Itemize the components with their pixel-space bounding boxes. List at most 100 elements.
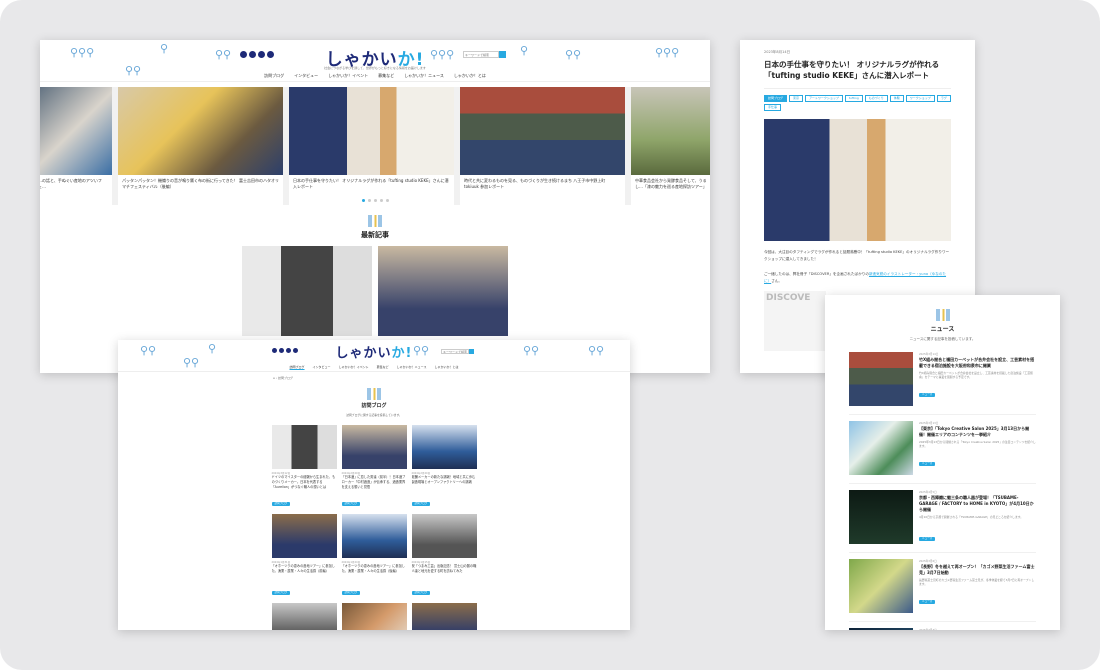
facebook-icon[interactable] [240,51,247,58]
category-badge[interactable]: ニュース [919,537,936,541]
news-title: 京都・西陣織に魅三条の職人器が登場！「TSUBAME-GARAGE / FACT… [919,495,1034,512]
tag-link[interactable]: アートワークショップ [805,94,843,102]
blog-card[interactable]: 2024年1月31日 「オホーツクの恵みの産地ツアー」に参加した。漁業・農業・人々… [271,514,337,597]
page-title: ニュース [930,326,955,333]
section-illustration-icon [935,309,950,321]
blog-card[interactable]: 2024年1月24日 「オホーツクの恵みの産地ツアー」に参加した。漁業・農業・人々… [341,514,407,597]
nav-item[interactable]: インタビュー [294,73,318,79]
blog-card[interactable]: 2023年12月11日ものづくりを支える木工所の現場！伝統技法を活かした新たなプ… [341,603,407,630]
search-icon[interactable] [499,51,506,58]
news-item[interactable]: 2025年3月6日 【長野】冬を越えて再オープン！「カゴメ野菜生活ファーム富士見」… [849,559,1036,622]
slide-image [118,87,283,175]
slide-card[interactable]: 中華食品会社から発酵食品そして、うるし…「漆の魅力を巡る産地探訪ツアー」 [631,87,710,205]
main-nav: 訪問ブログ インタビュー しゃかいか！イベント 募集など しゃかいか！ニュース しゃかいか… [264,73,486,79]
news-item[interactable]: 2025年4月5日 京都・西陣織に魅三条の職人器が登場！「TSUBAME-GARA… [849,490,1036,553]
news-image [849,559,913,613]
slider-dot[interactable] [361,199,365,202]
nav-item[interactable]: 募集など [377,365,389,370]
blog-card[interactable]: 2023年11月30日店舗再生の人達と新たなコラボレーション！「地域愛」を育むも… [411,603,477,630]
news-item[interactable]: 2025年3月13日 【東京】「Tokyo Creative Salon 2025… [849,421,1036,484]
youtube-icon[interactable] [267,51,274,58]
tag-link[interactable]: tufting [844,94,863,102]
slide-card[interactable]: 時代と共に変わるものを見る、ものづくりが生き続けるまち 八王子市中野上町 tok… [460,87,625,205]
tag-link[interactable]: 東京 [789,94,804,102]
site-header: ⚲⚲⚲ ⚲ ⚲⚲ ⚲⚲ ⚲⚲⚲ ⚲ ⚲⚲ ⚲⚲⚲ しゃかいか! 社会につながる学… [40,40,710,82]
slider-dot[interactable] [367,199,371,202]
nav-item[interactable]: しゃかいか！イベント [339,365,369,370]
blog-card-title: 祝「つまみ工芸」出版記念！ 富士山の麓の職人達と地元を愛する町を訪ねてみた [411,564,477,573]
search-input[interactable] [463,51,499,58]
main-nav: 訪問ブログ インタビュー しゃかいか！イベント 募集など しゃかいか！ニュース しゃかいか… [289,365,458,370]
nav-item[interactable]: しゃかいか！とは [434,365,458,370]
news-excerpt: 長野県富士見町のカゴメ野菜生活ファーム富士見が、冬季休業を経て3月7日に再オープ… [919,578,1035,587]
article-hero-image [764,118,951,241]
illustration-person-icon: ⚲ [208,342,217,355]
category-badge[interactable]: 訪問ブログ [341,502,361,506]
tag-link[interactable]: 体験 [889,94,904,102]
blog-card[interactable]: 2024年2月20日 老舗メーカーの新たな挑戦！地域と共に歩む製造現場とオープンフ… [411,425,477,508]
youtube-icon[interactable] [293,348,298,353]
blog-card-image [271,514,337,558]
nav-item[interactable]: しゃかいか！ニュース [397,365,427,370]
category-badge[interactable]: 訪問ブログ [411,591,431,595]
slider-dot[interactable] [379,199,383,202]
blog-card[interactable]: 2023年12月20日ベルギーで金賞受賞の醸造所！老舗酒造の伝統と革新の歴史を訪… [271,603,337,630]
tag-link[interactable]: 手仕事 [764,103,782,111]
nav-item[interactable]: 募集など [378,73,394,79]
article-tags: 訪問ブログ 東京 アートワークショップ tufting ものづくり 体験 ワークショップラ… [764,94,951,111]
blog-card[interactable]: 2024年2月29日 「日本酒」に恋した男達（前半）！日本酒ブローカー「中村酒造」… [341,425,407,508]
nav-item[interactable]: 訪問ブログ [289,365,305,370]
instagram-icon[interactable] [286,348,291,353]
instagram-icon[interactable] [258,51,265,58]
blog-list-screenshot: ⚲⚲ ⚲ ⚲⚲ ⚲⚲ ⚲⚲ ⚲⚲ しゃかいか! 訪問ブログ インタビュー しゃかいか… [118,340,630,630]
nav-item[interactable]: しゃかいか！イベント [328,73,368,79]
twitter-icon[interactable] [249,51,256,58]
category-badge[interactable]: ニュース [919,462,936,466]
category-badge[interactable]: 訪問ブログ [271,591,291,595]
latest-article-image[interactable] [242,246,372,336]
news-excerpt: 2025年3月13日から開催される「Tokyo Creative Salon 2… [919,440,1036,449]
nav-item[interactable]: インタビュー [313,365,331,370]
facebook-icon[interactable] [272,348,277,353]
category-badge[interactable]: ニュース [919,600,936,604]
site-logo[interactable]: しゃかいか! [336,342,413,361]
nav-item[interactable]: 訪問ブログ [264,73,284,79]
news-date: 2025年3月6日 [919,560,937,563]
blog-card[interactable]: 2024年1月15日 祝「つまみ工芸」出版記念！ 富士山の麓の職人達と地元を愛する… [411,514,477,597]
latest-article-image[interactable] [378,246,508,336]
category-badge[interactable]: 訪問ブログ [341,591,361,595]
slider-dot[interactable] [385,199,389,202]
slider-dot[interactable] [373,199,377,202]
news-date: 2025年3月13日 [919,422,939,425]
slide-card[interactable]: パッタンパッタン！機織りの音が鳴り響く布の街に行ってきた！ 富士吉田市のハタオリ… [118,87,283,205]
category-badge[interactable]: ニュース [919,393,936,397]
news-image [849,628,913,630]
illustration-people-icon: ⚲⚲ [125,64,142,77]
home-page-screenshot: ⚲⚲⚲ ⚲ ⚲⚲ ⚲⚲ ⚲⚲⚲ ⚲ ⚲⚲ ⚲⚲⚲ しゃかいか! 社会につながる学… [40,40,710,373]
news-item[interactable]: 2025年3月3日【東京】ZOZO NEXT・津幡堂、伝統工芸と先端技術を組み合… [849,628,1036,630]
twitter-icon[interactable] [279,348,284,353]
news-body: 2025年3月6日 【長野】冬を越えて再オープン！「カゴメ野菜生活ファーム富士見」… [919,559,1036,613]
home-icon[interactable]: ⌂ [273,376,275,380]
portfolio-canvas: ⚲⚲⚲ ⚲ ⚲⚲ ⚲⚲ ⚲⚲⚲ ⚲ ⚲⚲ ⚲⚲⚲ しゃかいか! 社会につながる学… [0,0,1100,670]
slide-image [460,87,625,175]
nav-item[interactable]: しゃかいか！ニュース [404,73,444,79]
slide-caption: 日本の手仕事を守りたい！ オリジナルラグが作れる「tufting studio … [293,178,449,190]
tag-link[interactable]: ワークショップ [905,94,935,102]
tag-link[interactable]: ラグ [936,94,951,102]
category-badge[interactable]: 訪問ブログ [764,94,788,102]
nav-item[interactable]: しゃかいか！とは [454,73,486,79]
blog-card[interactable]: 2024年3月12日 ドイツのマイスターの経験から生まれた、ものづくりメーカー。日… [271,425,337,508]
tag-link[interactable]: ものづくり [864,94,888,102]
site-tagline: 社会につながる学びを通して、世界がもっと好きになる情報をお届けします [324,66,426,70]
slide-card[interactable]: …の話と、手ぬぐい産地のアツいフェ… [40,87,112,205]
slide-image [289,87,454,175]
slide-card[interactable]: 日本の手仕事を守りたい！ オリジナルラグが作れる「tufting studio … [289,87,454,205]
search-input[interactable] [441,349,469,354]
blog-card-image [341,425,407,469]
blog-card-image [341,603,407,630]
category-badge[interactable]: 訪問ブログ [271,502,291,506]
news-item[interactable]: 2025年3月14日 竹X組み間合と福田カーペットが合弁会社を設立、工芸素材を搭載… [849,352,1036,415]
category-badge[interactable]: 訪問ブログ [411,502,431,506]
search-icon[interactable] [469,349,474,354]
